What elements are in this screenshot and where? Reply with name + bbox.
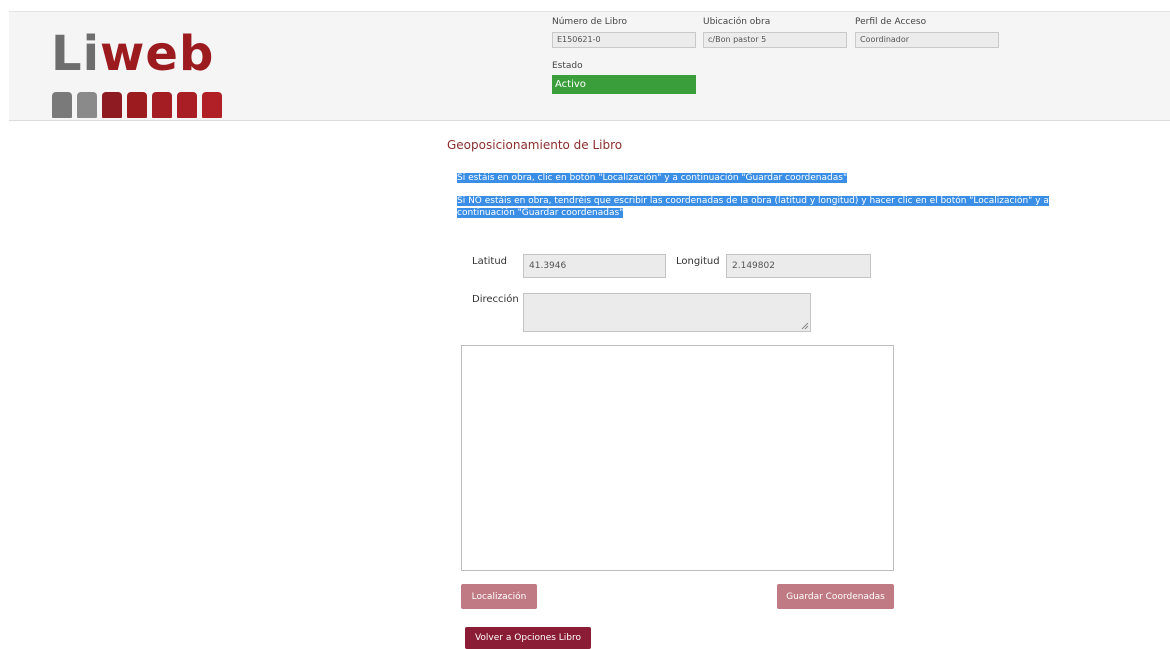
- logo-text-li: Li: [51, 26, 101, 82]
- guardar-coordenadas-button[interactable]: Guardar Coordenadas: [777, 584, 894, 609]
- logo-bar: [177, 92, 197, 118]
- direccion-textarea[interactable]: [523, 293, 811, 332]
- instruction-fuera-obra-text-2: continuación "Guardar coordenadas": [457, 208, 624, 218]
- latitud-label: Latitud: [472, 256, 508, 267]
- logo-bar: [202, 92, 222, 118]
- map-container[interactable]: [461, 345, 894, 571]
- resize-grip-icon[interactable]: [801, 322, 809, 330]
- ubicacion-obra-label: Ubicación obra: [703, 17, 771, 27]
- logo-text: Liweb: [51, 28, 214, 80]
- perfil-acceso-label: Perfil de Acceso: [855, 17, 927, 27]
- logo-bar: [102, 92, 122, 118]
- liweb-logo: Liweb: [51, 28, 222, 120]
- page-title: Geoposicionamiento de Libro: [447, 138, 623, 152]
- logo-bar: [52, 92, 72, 118]
- estado-status-badge: Activo: [552, 75, 696, 94]
- logo-bar: [152, 92, 172, 118]
- instruction-fuera-obra-2: continuación "Guardar coordenadas": [457, 208, 624, 219]
- header-panel: Liweb: [9, 11, 1170, 121]
- estado-label: Estado: [552, 61, 583, 71]
- direccion-label: Dirección: [472, 294, 519, 305]
- perfil-acceso-field[interactable]: Coordinador: [855, 32, 999, 48]
- ubicacion-obra-field[interactable]: c/Bon pastor 5: [703, 32, 847, 48]
- instruction-en-obra: Si estáis en obra, clic en botón "Locali…: [457, 173, 848, 184]
- logo-text-web: web: [100, 26, 215, 82]
- instruction-fuera-obra-text-1: Si NO estáis en obra, tendréis que escri…: [457, 196, 1049, 206]
- logo-bar: [127, 92, 147, 118]
- latitud-input[interactable]: [523, 254, 666, 278]
- longitud-label: Longitud: [676, 256, 720, 267]
- instruction-en-obra-text: Si estáis en obra, clic en botón "Locali…: [457, 173, 848, 183]
- logo-bar: [77, 92, 97, 118]
- numero-libro-field[interactable]: E150621-0: [552, 32, 696, 48]
- localizacion-button[interactable]: Localización: [461, 584, 537, 609]
- longitud-input[interactable]: [726, 254, 871, 278]
- numero-libro-label: Número de Libro: [552, 17, 627, 27]
- instruction-fuera-obra: Si NO estáis en obra, tendréis que escri…: [457, 196, 1067, 207]
